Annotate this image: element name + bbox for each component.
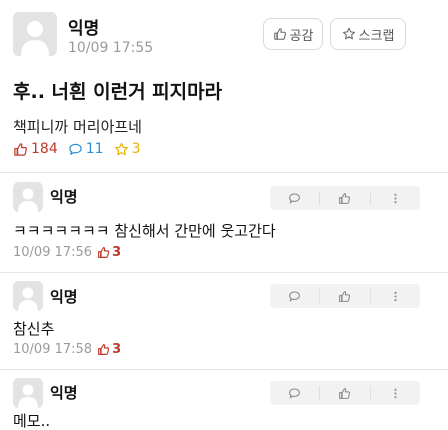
more-vertical-icon [394, 291, 397, 301]
divider [0, 369, 448, 370]
more-vertical-icon [394, 193, 397, 203]
more-vertical-icon [394, 388, 397, 398]
reply-button[interactable] [270, 186, 319, 210]
post-header: 익명 10/09 17:55 공감 스크랩 [0, 0, 448, 70]
comment-avatar [13, 281, 43, 311]
comment-like-button[interactable] [320, 284, 369, 308]
scrap-button[interactable]: 스크랩 [330, 18, 406, 50]
like-count-value: 184 [31, 141, 58, 157]
speech-bubble-icon [289, 388, 301, 399]
divider [0, 172, 448, 173]
comment-like-count: 3 [97, 342, 121, 357]
scrap-count-value: 3 [131, 141, 141, 157]
thumbs-up-icon [339, 192, 351, 204]
comment-count-value: 11 [85, 141, 104, 157]
author-avatar [13, 12, 57, 56]
speech-bubble-icon [69, 143, 82, 155]
comment-time: 10/09 17:56 [13, 245, 93, 260]
like-count: 184 [13, 141, 58, 157]
scrap-count: 3 [114, 141, 141, 157]
thumbs-up-icon [98, 344, 110, 355]
comment-meta: 10/09 17:56 3 [13, 245, 121, 260]
comment-text: 메모.. [13, 412, 51, 430]
post-title: 후.. 너흰 이런거 피지마라 [13, 81, 223, 103]
more-button[interactable] [371, 186, 420, 210]
comment-text: ㅋㅋㅋㅋㅋㅋㅋ 참신해서 간만에 웃고간다 [13, 222, 276, 240]
speech-bubble-icon [289, 291, 301, 302]
like-button-label: 공감 [289, 28, 314, 44]
thumbs-up-icon [339, 290, 351, 302]
speech-bubble-icon [289, 193, 301, 204]
scrap-button-label: 스크랩 [358, 28, 395, 44]
post-body: 책피니까 머리아프네 [13, 118, 142, 136]
post-time: 10/09 17:55 [68, 40, 154, 56]
comment-like-count: 3 [97, 245, 121, 260]
comment-actions [270, 284, 420, 308]
comment-like-button[interactable] [320, 381, 369, 405]
post-author: 익명 [68, 19, 100, 39]
star-icon [342, 27, 355, 40]
thumbs-up-icon [273, 28, 286, 40]
comment-like-count-value: 3 [112, 245, 122, 260]
comment-actions [270, 186, 420, 210]
thumbs-up-icon [14, 142, 27, 156]
comment-avatar [13, 182, 43, 212]
comment-count: 11 [68, 141, 104, 157]
comment-author: 익명 [50, 384, 78, 402]
more-button[interactable] [371, 284, 420, 308]
more-button[interactable] [371, 381, 420, 405]
reply-button[interactable] [270, 284, 319, 308]
divider [0, 272, 448, 273]
comment-like-count-value: 3 [112, 342, 122, 357]
star-icon [114, 142, 128, 155]
thumbs-up-icon [98, 247, 110, 258]
comment-avatar [13, 378, 43, 408]
comment-like-button[interactable] [320, 186, 369, 210]
comment-author: 익명 [50, 288, 78, 306]
comment-author: 익명 [50, 188, 78, 206]
comment-meta: 10/09 17:58 3 [13, 342, 121, 357]
reply-button[interactable] [270, 381, 319, 405]
thumbs-up-icon [339, 387, 351, 399]
comment-text: 참신추 [13, 320, 55, 338]
comment-time: 10/09 17:58 [13, 342, 93, 357]
comment-actions [270, 381, 420, 405]
post-stats: 184 11 3 [13, 140, 150, 158]
like-button[interactable]: 공감 [263, 18, 323, 50]
